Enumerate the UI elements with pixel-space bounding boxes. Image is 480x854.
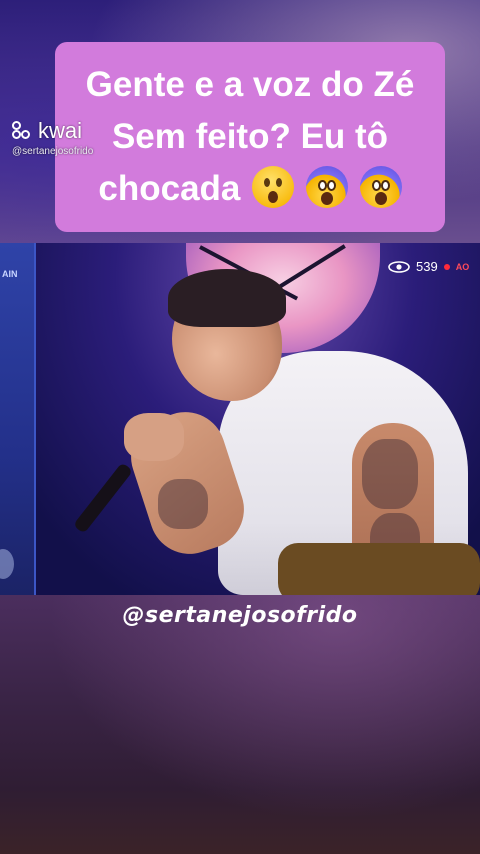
tattoo — [158, 479, 208, 529]
video-frame[interactable]: AIN 539 AO — [0, 243, 480, 595]
face-screaming-in-fear-icon — [305, 166, 348, 208]
watermark-handle: @sertanejosofrido — [122, 603, 358, 628]
kwai-handle: @sertanejosofrido — [12, 146, 94, 157]
astonished-face-icon — [252, 166, 295, 208]
caption-line-2: Sem feito? Eu tô — [111, 117, 389, 156]
bottom-background — [0, 595, 480, 854]
live-stats: 539 AO — [388, 259, 469, 274]
microphone — [72, 462, 134, 534]
kwai-logo-icon — [12, 121, 34, 141]
caption-line-3-text: chocada — [98, 169, 241, 208]
kwai-logo: kwai — [12, 118, 82, 144]
singer-pants — [278, 543, 480, 595]
tattoo — [362, 439, 418, 509]
live-label: AO — [455, 261, 470, 272]
singer-hair — [168, 269, 286, 327]
face-screaming-in-fear-icon — [359, 166, 402, 208]
caption-line-1: Gente e a voz do Zé — [85, 65, 415, 104]
caption-box: Gente e a voz do Zé Sem feito? Eu tô cho… — [55, 42, 445, 232]
viewer-count: 539 — [416, 259, 438, 274]
caption-line-3: chocada — [98, 163, 402, 215]
eye-icon — [388, 260, 410, 273]
left-panel-text: AIN — [2, 269, 18, 279]
left-screen-panel: AIN — [0, 243, 36, 595]
live-dot-icon — [443, 263, 450, 270]
left-panel-knob — [0, 549, 14, 579]
singer-hand — [124, 413, 184, 461]
kwai-logo-text: kwai — [38, 118, 83, 143]
